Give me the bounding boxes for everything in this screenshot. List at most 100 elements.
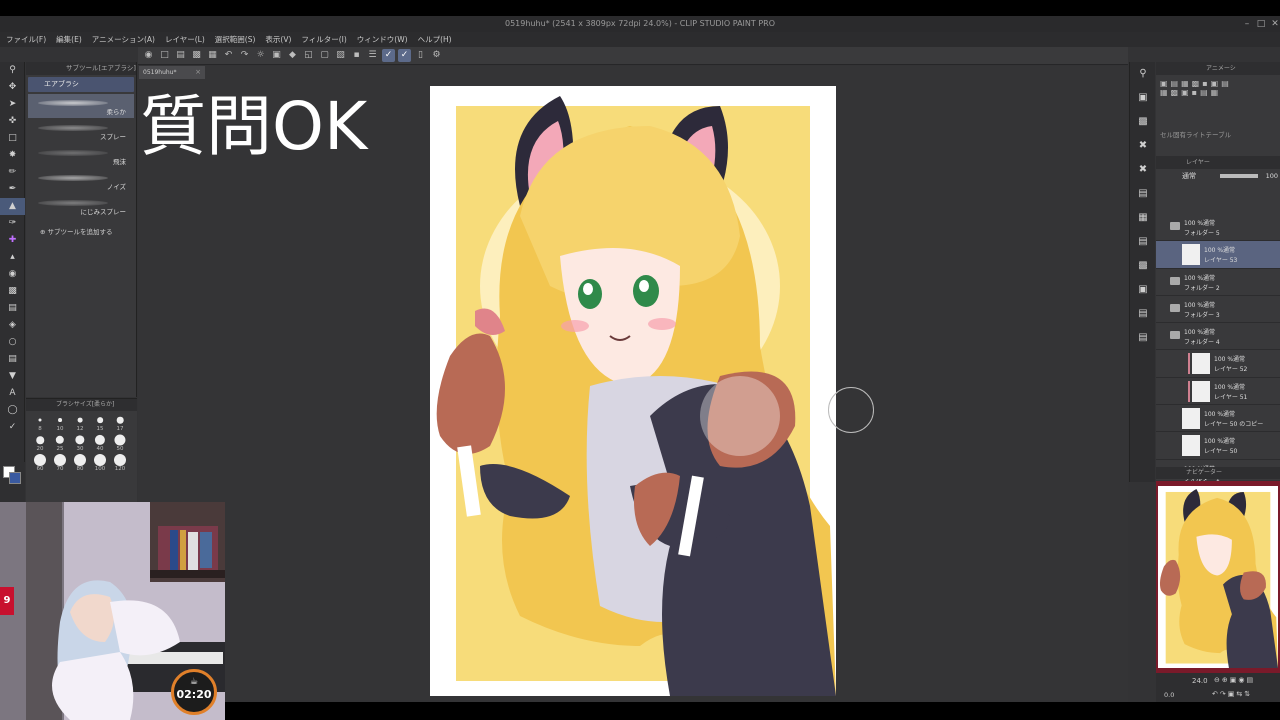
color-set-icon[interactable]: ✖ xyxy=(1130,158,1156,182)
ruler-icon[interactable]: ▯ xyxy=(414,49,427,62)
brush-size-option[interactable]: 100 xyxy=(90,454,110,472)
rotate-buttons-icon[interactable]: ↶↷▣⇆⇅ xyxy=(1212,690,1252,698)
blend-mode-select[interactable]: 通常 xyxy=(1182,172,1196,180)
add-subtool-button[interactable]: ⊕ サブツールを追加する xyxy=(40,226,136,236)
menu-animation[interactable]: アニメーション(A) xyxy=(92,34,155,45)
stabilizer-icon[interactable]: ✓ xyxy=(382,49,395,62)
select-icon[interactable]: ▪ xyxy=(350,49,363,62)
brush-size-option[interactable]: 80 xyxy=(70,454,90,472)
pen-pressure-icon[interactable]: ☰ xyxy=(366,49,379,62)
selection-tool-icon[interactable]: □ xyxy=(0,130,25,147)
new-file-icon[interactable]: □ xyxy=(158,49,171,62)
tool-property-icon[interactable]: ▤ xyxy=(1130,230,1156,254)
document-tab[interactable]: 0519huhu* × xyxy=(139,66,205,79)
close-tab-icon[interactable]: × xyxy=(195,66,201,79)
fill-tool-icon[interactable]: ▩ xyxy=(0,283,25,300)
sub-color-swatch[interactable] xyxy=(9,472,21,484)
layer-row[interactable]: 100 %通常 レイヤー 50 xyxy=(1156,432,1280,460)
undo-icon[interactable]: ↶ xyxy=(222,49,235,62)
menu-layer[interactable]: レイヤー(L) xyxy=(165,34,205,45)
decoration-tool-icon[interactable]: ✚ xyxy=(0,232,25,249)
brush-size-option[interactable]: 15 xyxy=(90,414,110,432)
menu-help[interactable]: ヘルプ(H) xyxy=(418,34,452,45)
brush-size-option[interactable]: 20 xyxy=(30,434,50,452)
crop-icon[interactable]: ▧ xyxy=(334,49,347,62)
close-palette-icon[interactable]: ✖ xyxy=(1130,134,1156,158)
correct-line-tool-icon[interactable]: ✓ xyxy=(0,419,25,436)
zoom-buttons-icon[interactable]: ⊖⊕▣◉▤ xyxy=(1214,676,1255,684)
gradient-tool-icon[interactable]: ▤ xyxy=(0,300,25,317)
eyedropper-tool-icon[interactable]: ✏ xyxy=(0,164,25,181)
brush-size-option[interactable]: 120 xyxy=(110,454,130,472)
brush-soft[interactable]: 柔らか xyxy=(28,94,134,118)
eraser-tool-icon[interactable]: ▴ xyxy=(0,249,25,266)
close-button[interactable]: ✕ xyxy=(1268,16,1280,32)
opacity-slider[interactable] xyxy=(1220,174,1258,178)
save-icon[interactable]: ▩ xyxy=(190,49,203,62)
brush-size-option[interactable]: 40 xyxy=(90,434,110,452)
frame-tool-icon[interactable]: ▤ xyxy=(0,351,25,368)
layer-row[interactable]: 100 %通常 フォルダー 3 xyxy=(1156,296,1280,324)
color-swatches[interactable] xyxy=(0,462,25,502)
fill-icon[interactable]: ◆ xyxy=(286,49,299,62)
menu-selection[interactable]: 選択範囲(S) xyxy=(215,34,256,45)
layer-row[interactable]: 100 %通常 レイヤー 50 のコピー xyxy=(1156,405,1280,433)
menu-edit[interactable]: 編集(E) xyxy=(56,34,82,45)
app-icon[interactable]: ◉ xyxy=(142,49,155,62)
operation-tool-icon[interactable]: ➤ xyxy=(0,96,25,113)
redo-icon[interactable]: ↷ xyxy=(238,49,251,62)
auto-select-tool-icon[interactable]: ✸ xyxy=(0,147,25,164)
subtool-group-tab[interactable]: エアブラシ xyxy=(28,77,134,92)
deselect-icon[interactable]: ▢ xyxy=(318,49,331,62)
bucket-tool-icon[interactable]: ◈ xyxy=(0,317,25,334)
layer-row[interactable]: 100 %通常 フォルダー 5 xyxy=(1156,214,1280,242)
snap-icon[interactable]: ✓ xyxy=(398,49,411,62)
text-tool-icon[interactable]: A xyxy=(0,385,25,402)
info-icon[interactable]: ▣ xyxy=(1130,278,1156,302)
brush-size-option[interactable]: 25 xyxy=(50,434,70,452)
layer-row[interactable]: 100 %通常 レイヤー 52 xyxy=(1156,350,1280,378)
opacity-value[interactable]: 100 xyxy=(1266,170,1278,183)
brush-noise[interactable]: ノイズ xyxy=(28,169,134,193)
shape-tool-icon[interactable]: ○ xyxy=(0,334,25,351)
brush-size-option[interactable]: 60 xyxy=(30,454,50,472)
move-layer-tool-icon[interactable]: ✥ xyxy=(0,79,25,96)
settings-icon[interactable]: ⚙ xyxy=(430,49,443,62)
brush-spray[interactable]: スプレー xyxy=(28,119,134,143)
ruler-tool-icon[interactable]: ▼ xyxy=(0,368,25,385)
item-bank-icon[interactable]: ▤ xyxy=(1130,326,1156,350)
blend-tool-icon[interactable]: ◉ xyxy=(0,266,25,283)
color-wheel-icon[interactable]: ▩ xyxy=(1130,110,1156,134)
brush-size-option[interactable]: 12 xyxy=(70,414,90,432)
material-icon[interactable]: ▣ xyxy=(1130,86,1156,110)
zoom-tool-icon[interactable]: ⚲ xyxy=(0,62,25,79)
move-tool-icon[interactable]: ✜ xyxy=(0,113,25,130)
search-icon[interactable]: ⚲ xyxy=(1130,62,1156,86)
transform-icon[interactable]: ◱ xyxy=(302,49,315,62)
brush-splash[interactable]: 飛沫 xyxy=(28,144,134,168)
balloon-tool-icon[interactable]: ◯ xyxy=(0,402,25,419)
airbrush-tool-icon[interactable]: ▲ xyxy=(0,198,25,215)
minimize-button[interactable]: – xyxy=(1240,16,1254,32)
blend-mode-row[interactable]: 通常 100 xyxy=(1156,170,1280,183)
brush-size-option[interactable]: 17 xyxy=(110,414,130,432)
brush-tool-icon[interactable]: ✑ xyxy=(0,215,25,232)
menu-view[interactable]: 表示(V) xyxy=(265,34,291,45)
layer-row[interactable]: 100 %通常 フォルダー 4 xyxy=(1156,323,1280,351)
menu-file[interactable]: ファイル(F) xyxy=(6,34,46,45)
layer-row[interactable]: 100 %通常 レイヤー 51 xyxy=(1156,378,1280,406)
menu-window[interactable]: ウィンドウ(W) xyxy=(357,34,408,45)
layer-row[interactable]: 100 %通常 レイヤー 53 xyxy=(1156,241,1280,269)
brush-size-option[interactable]: 70 xyxy=(50,454,70,472)
brush-blur-spray[interactable]: にじみスプレー xyxy=(28,194,134,218)
brush-size-option[interactable]: 8 xyxy=(30,414,50,432)
mask-icon[interactable]: ▤ xyxy=(1130,302,1156,326)
canvas-artwork[interactable] xyxy=(430,86,836,696)
print-icon[interactable]: ▦ xyxy=(206,49,219,62)
brush-size-option[interactable]: 50 xyxy=(110,434,130,452)
menu-filter[interactable]: フィルター(I) xyxy=(301,34,346,45)
clear-icon[interactable]: ▣ xyxy=(270,49,283,62)
loading-icon[interactable]: ☼ xyxy=(254,49,267,62)
sub-view-icon[interactable]: ▩ xyxy=(1130,254,1156,278)
pen-tool-icon[interactable]: ✒ xyxy=(0,181,25,198)
